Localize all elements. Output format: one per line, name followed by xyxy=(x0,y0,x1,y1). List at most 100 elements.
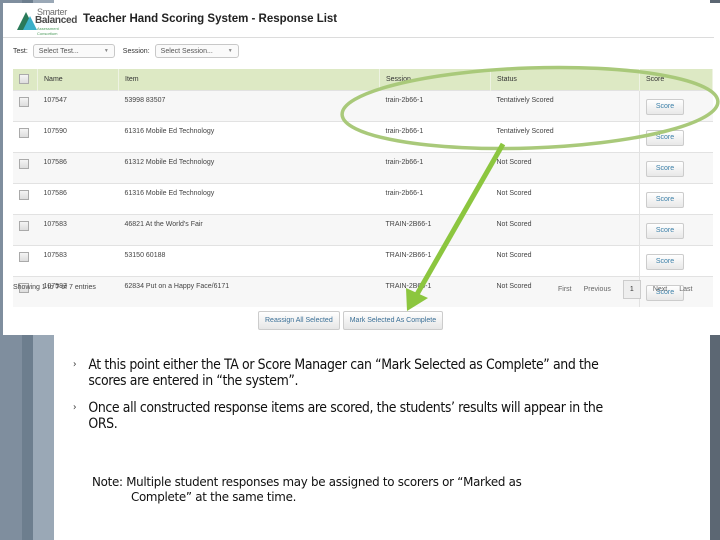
cell-status: Tentatively Scored xyxy=(490,90,640,122)
select-all-header xyxy=(13,69,38,91)
session-label: Session: xyxy=(122,47,150,55)
row-select-cell xyxy=(13,245,38,277)
pagination: First Previous 1 Next Last xyxy=(558,280,704,299)
table-row: 107586 61316 Mobile Ed Technology train-2b… xyxy=(13,183,713,215)
row-checkbox[interactable] xyxy=(19,221,29,231)
chevron-down-icon: ▼ xyxy=(103,48,109,54)
bullet-text: At this point either the TA or Score Man… xyxy=(88,357,599,389)
logo-subtext: Assessment Consortium xyxy=(37,26,59,36)
pager-next[interactable]: Next xyxy=(653,286,667,293)
row-select-cell xyxy=(13,276,38,307)
row-select-cell xyxy=(13,152,38,184)
cell-score: Score xyxy=(639,152,713,184)
cell-name: 107583 xyxy=(37,214,119,246)
entries-info: Showing 1 to 7 of 7 entries xyxy=(13,284,96,291)
score-button[interactable]: Score xyxy=(646,223,684,239)
pager-previous[interactable]: Previous xyxy=(584,286,611,293)
cell-score: Score xyxy=(639,90,713,122)
chevron-down-icon: ▼ xyxy=(227,48,233,54)
test-label: Test: xyxy=(13,47,28,55)
bullet-marker-icon: › xyxy=(73,359,77,370)
cell-score: Score xyxy=(639,245,713,277)
cell-name: 107583 xyxy=(37,245,119,277)
session-select[interactable]: Select Session... ▼ xyxy=(154,44,239,58)
cell-score: Score xyxy=(639,121,713,153)
response-list-screenshot: Smarter Balanced Assessment Consortium T… xyxy=(3,3,720,335)
bullet-item: › Once all constructed response items ar… xyxy=(73,400,620,432)
filter-bar: Test: Select Test... ▼ Session: Select S… xyxy=(13,43,247,59)
cell-session: train-2b66-1 xyxy=(379,90,491,122)
cell-item: 53998 83507 xyxy=(118,90,380,122)
cell-status: Tentatively Scored xyxy=(490,121,640,153)
cell-status: Not Scored xyxy=(490,183,640,215)
slide-note: Note: Multiple student responses may be … xyxy=(92,474,624,504)
cell-status: Not Scored xyxy=(490,214,640,246)
cell-item: 62834 Put on a Happy Face/6171 xyxy=(118,276,380,307)
cell-name: 107586 xyxy=(37,152,119,184)
row-checkbox[interactable] xyxy=(19,190,29,200)
app-header: Smarter Balanced Assessment Consortium T… xyxy=(3,3,714,38)
row-select-cell xyxy=(13,183,38,215)
score-button[interactable]: Score xyxy=(646,192,684,208)
table-row: 107590 61316 Mobile Ed Technology train-2b… xyxy=(13,121,713,153)
cell-score: Score xyxy=(639,183,713,215)
column-header-status[interactable]: Status xyxy=(490,69,640,91)
row-checkbox[interactable] xyxy=(19,128,29,138)
cell-status: Not Scored xyxy=(490,245,640,277)
table-row: 107547 53998 83507 train-2b66-1 Tentatively… xyxy=(13,90,713,122)
bullet-item: › At this point either the TA or Score M… xyxy=(73,357,620,389)
test-select[interactable]: Select Test... ▼ xyxy=(32,44,115,58)
table-row: 107586 61312 Mobile Ed Technology train-2b… xyxy=(13,152,713,184)
column-header-name[interactable]: Name xyxy=(37,69,119,91)
note-text-line2: Complete” at the same time. xyxy=(130,489,297,504)
session-select-value: Select Session... xyxy=(160,47,213,55)
cell-name: 107590 xyxy=(37,121,119,153)
smarter-balanced-logo: Smarter Balanced Assessment Consortium xyxy=(15,7,78,36)
table-header-row: Name Item Session Status Score xyxy=(13,69,713,91)
bullet-text: Once all constructed response items are … xyxy=(88,400,603,432)
pager-last[interactable]: Last xyxy=(679,286,692,293)
column-header-item[interactable]: Item xyxy=(118,69,380,91)
note-label: Note: xyxy=(92,474,123,489)
mark-selected-as-complete-button[interactable]: Mark Selected As Complete xyxy=(342,311,444,330)
cell-name: 107586 xyxy=(37,183,119,215)
cell-item: 46821 At the World's Fair xyxy=(118,214,380,246)
note-text-line1: Multiple student responses may be assign… xyxy=(126,474,522,489)
cell-session: TRAIN-2B66-1 xyxy=(379,245,491,277)
table-row: 107583 46821 At the World's Fair TRAIN-2B6… xyxy=(13,214,713,246)
score-button[interactable]: Score xyxy=(646,130,684,146)
cell-name: 107583 xyxy=(37,276,119,307)
cell-session: train-2b66-1 xyxy=(379,121,491,153)
select-all-checkbox[interactable] xyxy=(19,73,29,84)
logo-text: Balanced xyxy=(35,15,78,26)
cell-session: train-2b66-1 xyxy=(379,183,491,215)
cell-session: TRAIN-2B66-1 xyxy=(379,214,491,246)
slide-bullets: › At this point either the TA or Score M… xyxy=(73,357,643,443)
pager-current-page[interactable]: 1 xyxy=(622,280,641,299)
cell-name: 107547 xyxy=(37,90,119,122)
row-select-cell xyxy=(13,90,38,122)
test-select-value: Select Test... xyxy=(38,47,79,55)
page-title: Teacher Hand Scoring System - Response L… xyxy=(83,13,338,25)
row-select-cell xyxy=(13,214,38,246)
reassign-all-selected-button[interactable]: Reassign All Selected xyxy=(258,311,340,330)
row-checkbox[interactable] xyxy=(19,252,29,262)
cell-status: Not Scored xyxy=(490,152,640,184)
response-table: Name Item Session Status Score 107547 539… xyxy=(13,69,713,307)
row-select-cell xyxy=(13,121,38,153)
score-button[interactable]: Score xyxy=(646,99,684,115)
bulk-actions: Reassign All Selected Mark Selected As C… xyxy=(258,311,446,330)
column-header-score: Score xyxy=(639,69,713,91)
score-button[interactable]: Score xyxy=(646,161,684,177)
score-button[interactable]: Score xyxy=(646,254,684,270)
column-header-session[interactable]: Session xyxy=(379,69,491,91)
pager-first[interactable]: First xyxy=(558,286,572,293)
cell-item: 61316 Mobile Ed Technology xyxy=(118,183,380,215)
row-checkbox[interactable] xyxy=(19,97,29,107)
cell-item: 61312 Mobile Ed Technology xyxy=(118,152,380,184)
cell-session: TRAIN-2B66-1 xyxy=(379,276,491,307)
bullet-marker-icon: › xyxy=(73,402,77,413)
cell-item: 61316 Mobile Ed Technology xyxy=(118,121,380,153)
table-row: 107583 53150 60188 TRAIN-2B66-1 Not Scored S… xyxy=(13,245,713,277)
row-checkbox[interactable] xyxy=(19,159,29,169)
